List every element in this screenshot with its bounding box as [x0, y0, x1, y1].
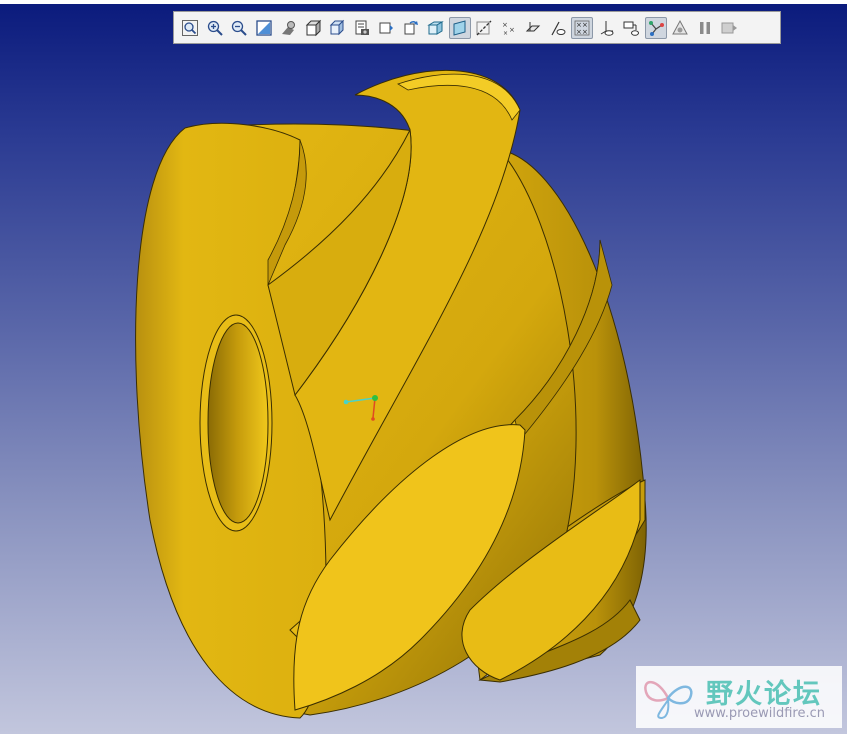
center-bore — [207, 322, 269, 524]
forum-watermark: 野火论坛 www.proewildfire.cn — [636, 666, 842, 728]
butterfly-logo-icon — [644, 681, 693, 720]
3d-model-viewport[interactable] — [0, 0, 847, 734]
watermark-url: www.proewildfire.cn — [694, 706, 825, 721]
